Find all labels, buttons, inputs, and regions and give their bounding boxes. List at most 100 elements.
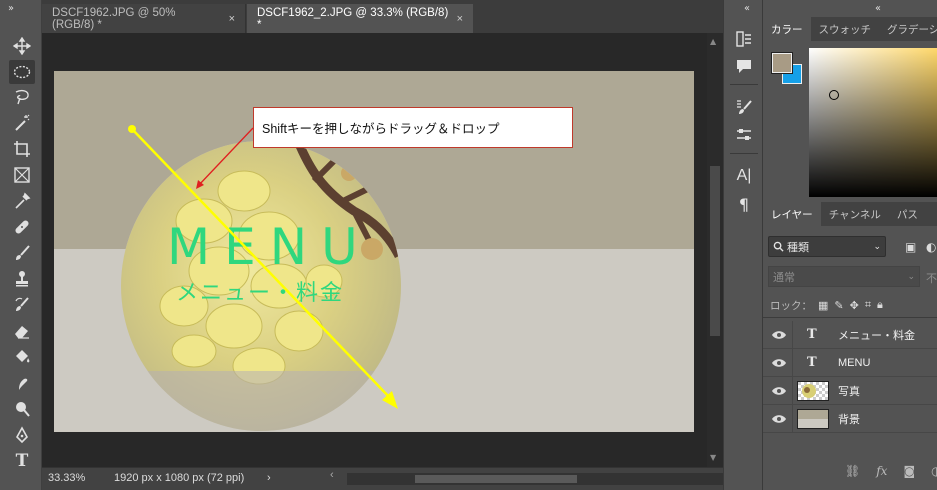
paragraph-icon[interactable]: ¶ <box>732 193 756 215</box>
tab-dscf1962[interactable]: DSCF1962.JPG @ 50% (RGB/8) * × <box>42 4 246 33</box>
panel-icon-strip: ‹‹ A| ¶ <box>723 0 763 490</box>
layer-row[interactable]: T メニュー・料金 <box>763 321 937 349</box>
photoshop-window: ›› T DSCF1962.JPG @ 50% (RGB/8) * × DSCF… <box>0 0 937 490</box>
layer-name[interactable]: MENU <box>838 357 870 369</box>
layer-row[interactable]: T MENU <box>763 349 937 377</box>
layer-filter-select[interactable]: 種類 ⌄ <box>768 236 886 257</box>
paint-bucket-icon[interactable] <box>9 345 35 369</box>
frame-icon[interactable] <box>9 163 35 187</box>
scroll-down-icon[interactable]: ▼ <box>710 453 716 462</box>
lock-all-icon[interactable]: 🔒︎ <box>877 299 883 312</box>
brush-settings-icon[interactable] <box>732 96 756 118</box>
dodge-icon[interactable] <box>9 397 35 421</box>
tab-label: DSCF1962_2.JPG @ 33.3% (RGB/8) * <box>257 6 449 31</box>
fx-icon[interactable]: fx <box>876 464 887 478</box>
healing-brush-icon[interactable] <box>9 215 35 239</box>
status-bar: 33.33% 1920 px x 1080 px (72 ppi) › ‹ <box>42 467 724 490</box>
divider <box>763 317 937 318</box>
tab-paths[interactable]: パス <box>889 202 926 226</box>
layer-row[interactable]: 写真 <box>763 377 937 405</box>
visibility-eye-icon[interactable] <box>771 414 787 424</box>
tools-panel: ›› T <box>0 0 42 490</box>
layers-panel-tabs: レイヤー チャンネル パス <box>763 202 937 226</box>
panel-collapse-icon[interactable]: ‹‹ <box>744 3 750 14</box>
blend-mode-select[interactable]: 通常 ⌄ <box>768 266 920 287</box>
tab-dscf1962-2[interactable]: DSCF1962_2.JPG @ 33.3% (RGB/8) * × <box>247 4 473 33</box>
close-icon[interactable]: × <box>229 13 235 25</box>
opacity-label: 不 <box>926 272 937 285</box>
color-picker-field[interactable] <box>809 48 937 197</box>
adjustments-icon[interactable] <box>732 124 756 146</box>
elliptical-marquee-icon[interactable] <box>9 60 35 84</box>
layer-row[interactable]: 背景 <box>763 405 937 433</box>
layer-name[interactable]: 写真 <box>838 383 860 399</box>
lock-artboard-icon[interactable]: ⌗ <box>865 299 871 312</box>
color-picker-cursor[interactable] <box>829 90 839 100</box>
close-icon[interactable]: × <box>457 13 463 25</box>
document-tab-bar: DSCF1962.JPG @ 50% (RGB/8) * × DSCF1962_… <box>42 0 723 33</box>
visibility-eye-icon[interactable] <box>771 358 787 368</box>
layers-footer: ⛓︎ fx ◙ ◑ <box>763 460 937 482</box>
comment-icon[interactable] <box>732 55 756 77</box>
history-brush-icon[interactable] <box>9 293 35 317</box>
tab-layers[interactable]: レイヤー <box>763 202 821 226</box>
status-expand-icon[interactable]: › <box>267 472 271 484</box>
lock-paint-icon[interactable]: ✎ <box>834 299 843 312</box>
tab-gradients[interactable]: グラデーション <box>879 17 937 41</box>
filter-label: 種類 <box>787 241 809 254</box>
callout-text: Shiftキーを押しながらドラッグ＆ドロップ <box>262 122 500 136</box>
brush-icon[interactable] <box>9 241 35 265</box>
horizontal-scrollbar[interactable]: ‹ <box>330 469 724 485</box>
color-panel-tabs: カラー スウォッチ グラデーション <box>763 17 937 41</box>
type-icon[interactable]: T <box>9 449 35 473</box>
adjustment-filter-icon[interactable]: ◐ <box>926 240 936 254</box>
layer-name[interactable]: メニュー・料金 <box>838 327 915 343</box>
layer-name[interactable]: 背景 <box>838 411 860 427</box>
image-filter-icon[interactable]: ▣ <box>905 240 916 254</box>
chevron-down-icon: ⌄ <box>873 241 881 251</box>
menu-subheading: メニュー・料金 <box>176 281 344 306</box>
lock-label: ロック： <box>770 300 812 312</box>
panel-collapse-icon[interactable]: ‹‹ <box>875 3 881 14</box>
visibility-eye-icon[interactable] <box>771 330 787 340</box>
search-icon <box>773 241 784 252</box>
toolbar-collapse-icon[interactable]: ›› <box>8 3 14 14</box>
text-layer-icon: T <box>807 355 817 370</box>
blend-mode-value: 通常 <box>773 271 795 284</box>
foreground-color-swatch[interactable] <box>771 52 793 74</box>
visibility-eye-icon[interactable] <box>771 386 787 396</box>
tab-channels[interactable]: チャンネル <box>821 202 889 226</box>
lock-transparent-icon[interactable]: ▦ <box>818 299 828 312</box>
document-info: 1920 px x 1080 px (72 ppi) <box>114 472 245 484</box>
text-layer-icon: T <box>807 327 817 342</box>
link-icon[interactable]: ⛓︎ <box>845 464 860 478</box>
clone-stamp-icon[interactable] <box>9 267 35 291</box>
lasso-icon[interactable] <box>9 85 35 109</box>
eyedropper-icon[interactable] <box>9 189 35 213</box>
scroll-left-icon[interactable]: ‹ <box>330 469 334 481</box>
magic-wand-icon[interactable] <box>9 111 35 135</box>
layer-thumbnail <box>797 380 829 401</box>
lock-position-icon[interactable]: ✥ <box>850 299 859 312</box>
tab-color[interactable]: カラー <box>763 17 811 41</box>
tab-swatches[interactable]: スウォッチ <box>811 17 880 41</box>
pen-icon[interactable] <box>9 423 35 447</box>
right-panel-dock: ‹‹ カラー スウォッチ グラデーション レイヤー チャンネル パス 種類 ⌄ … <box>763 0 937 490</box>
crop-icon[interactable] <box>9 137 35 161</box>
character-icon[interactable]: A| <box>732 165 756 187</box>
move-tool-icon[interactable] <box>9 34 35 58</box>
scroll-up-icon[interactable]: ▲ <box>710 37 716 46</box>
smudge-icon[interactable] <box>9 371 35 395</box>
zoom-level[interactable]: 33.33% <box>48 472 85 484</box>
history-icon[interactable] <box>732 28 756 50</box>
layer-thumbnail <box>797 408 829 429</box>
eraser-icon[interactable] <box>9 319 35 343</box>
scrollbar-thumb[interactable] <box>415 475 577 483</box>
adjustment-layer-icon[interactable]: ◑ <box>931 464 937 478</box>
instruction-callout: Shiftキーを押しながらドラッグ＆ドロップ <box>253 107 573 148</box>
scrollbar-thumb[interactable] <box>710 166 720 336</box>
tab-label: DSCF1962.JPG @ 50% (RGB/8) * <box>52 6 176 31</box>
menu-heading: MENU <box>167 218 372 276</box>
vertical-scrollbar[interactable]: ▲ ▼ <box>707 33 723 467</box>
mask-icon[interactable]: ◙ <box>903 464 915 478</box>
